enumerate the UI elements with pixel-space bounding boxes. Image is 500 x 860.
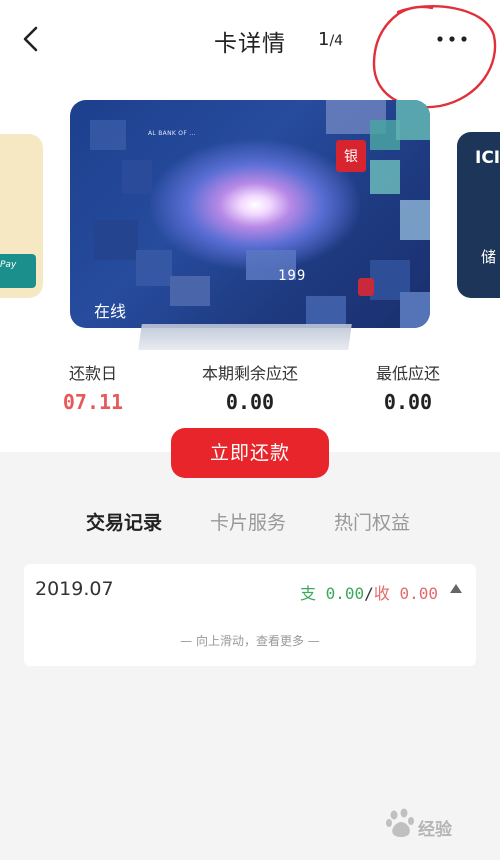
record-month: 2019.07 [35,578,114,600]
bank-name-small: AL BANK OF ... [148,130,196,137]
mosaic-block [400,200,430,240]
mosaic-block [122,160,152,194]
card-next-logo-text: ICI [475,148,500,168]
card-current[interactable]: AL BANK OF ... 银 199 在线 [70,100,430,328]
card-next[interactable]: ICI 储 [457,132,500,298]
mosaic-block [306,296,346,326]
pager-total: /4 [329,33,344,49]
card-chip-red [358,278,374,296]
card-blur-shadow [138,324,352,350]
summary-separator: / [364,584,374,603]
baidu-watermark: 经验 [384,806,492,846]
mosaic-block [396,100,430,140]
card-previous[interactable]: Pay [0,134,43,298]
income-label: 收 [373,584,390,603]
mosaic-block [136,250,172,286]
card-next-type-text: 储 [481,248,497,266]
income-value: 0.00 [399,584,438,603]
card-carousel[interactable]: Pay AL BANK OF ... 银 199 在线 ICI 储 [0,96,500,356]
record-summary: 支 0.00/收 0.00 [300,580,438,604]
watermark-text: 经验 [418,820,452,840]
repay-day-stat: 还款日 07.11 [50,360,136,414]
repay-day-value: 07.11 [62,390,124,414]
minimum-due-value: 0.00 [383,390,433,414]
minimum-due-label: 最低应还 [375,364,440,383]
tab-popular-benefits[interactable]: 热门权益 [334,508,410,535]
scroll-more-hint: — 向上滑动，查看更多 — [180,634,320,648]
more-dots-icon [437,36,467,42]
mosaic-block [370,160,400,194]
expense-label: 支 [299,584,316,603]
transaction-month-card[interactable]: 2019.07 支 0.00/收 0.00 — 向上滑动，查看更多 — [24,564,476,666]
repay-now-button[interactable]: 立即还款 [171,428,329,478]
remaining-due-label: 本期剩余应还 [201,364,298,383]
pager-current: 1 [318,29,330,50]
mosaic-block [94,220,138,260]
repayment-summary: 还款日 07.11 本期剩余应还 0.00 最低应还 0.00 [0,360,500,420]
more-options-button[interactable] [430,22,474,56]
repay-day-label: 还款日 [68,364,117,383]
card-online-label: 在线 [94,302,127,321]
card-number-fragment: 199 [278,268,307,284]
card-detail-panel: 卡详情 1/4 Pay AL BANK OF ... 银 199 在线 ICI … [0,0,500,452]
mosaic-block [170,276,210,306]
unionpay-logo: Pay [0,254,36,288]
paw-logo-icon [386,808,414,837]
mosaic-block [90,120,126,150]
remaining-due-value: 0.00 [225,390,275,414]
collapse-arrow-icon[interactable] [450,584,462,593]
unionpay-mark: 银 [336,140,366,172]
remaining-due-stat: 本期剩余应还 0.00 [186,360,314,414]
tab-transactions[interactable]: 交易记录 [86,508,162,535]
card-pager: 1/4 [318,29,343,50]
mosaic-block [400,292,430,328]
tab-card-services[interactable]: 卡片服务 [210,508,286,535]
minimum-due-stat: 最低应还 0.00 [364,360,452,414]
header-bar: 卡详情 1/4 [0,0,500,109]
detail-tabs: 交易记录 卡片服务 热门权益 [0,508,500,548]
expense-value: 0.00 [325,584,365,603]
page-title: 卡详情 [214,31,286,57]
